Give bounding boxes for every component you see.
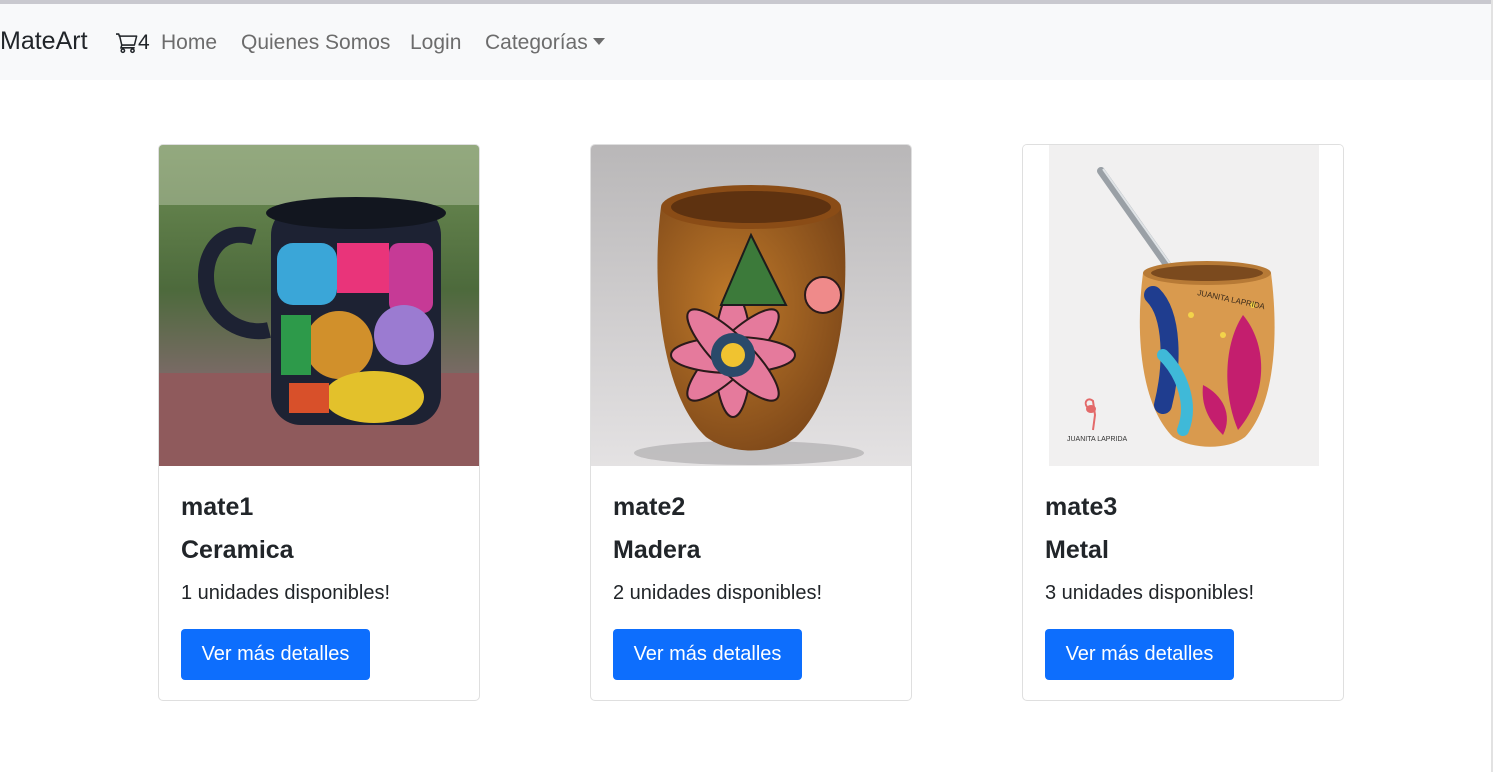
details-button[interactable]: Ver más detalles bbox=[613, 629, 802, 680]
cart-count-badge: 4 bbox=[138, 31, 150, 54]
watermark-text: JUANITA LAPRIDA bbox=[1067, 436, 1127, 443]
nav-link-home[interactable]: Home bbox=[161, 30, 217, 56]
product-category: Metal bbox=[1045, 536, 1109, 564]
product-image-wooden-mate bbox=[591, 145, 911, 466]
cart-icon bbox=[116, 33, 138, 54]
product-stock: 2 unidades disponibles! bbox=[613, 582, 823, 604]
product-card-mate3: JUANITA LAPRIDA JUANITA LAPRIDA mate3 Me… bbox=[1022, 144, 1344, 701]
product-image-mate-with-bombilla: JUANITA LAPRIDA JUANITA LAPRIDA bbox=[1023, 145, 1343, 466]
product-category: Madera bbox=[613, 536, 701, 564]
product-category: Ceramica bbox=[181, 536, 294, 564]
nav-link-login[interactable]: Login bbox=[410, 30, 461, 56]
details-button[interactable]: Ver más detalles bbox=[181, 629, 370, 680]
brand-logo[interactable]: MateArt bbox=[0, 26, 88, 56]
nav-link-quienes-somos[interactable]: Quienes Somos bbox=[241, 30, 390, 56]
caret-down-icon bbox=[592, 38, 605, 45]
nav-dropdown-categorias[interactable]: Categorías bbox=[485, 30, 605, 56]
product-stock: 3 unidades disponibles! bbox=[1045, 582, 1255, 604]
product-card-mate2: mate2 Madera 2 unidades disponibles! Ver… bbox=[590, 144, 912, 701]
product-name: mate2 bbox=[613, 493, 686, 521]
product-name: mate3 bbox=[1045, 493, 1118, 521]
product-image-ceramic-mug bbox=[159, 145, 479, 466]
product-name: mate1 bbox=[181, 493, 254, 521]
dropdown-label: Categorías bbox=[485, 31, 588, 54]
product-stock: 1 unidades disponibles! bbox=[181, 582, 391, 604]
details-button[interactable]: Ver más detalles bbox=[1045, 629, 1234, 680]
navbar: MateArt 4 Home Quienes Somos Login Categ… bbox=[0, 4, 1493, 80]
cart-widget[interactable]: 4 bbox=[116, 30, 150, 56]
product-card-mate1: mate1 Ceramica 1 unidades disponibles! V… bbox=[158, 144, 480, 701]
